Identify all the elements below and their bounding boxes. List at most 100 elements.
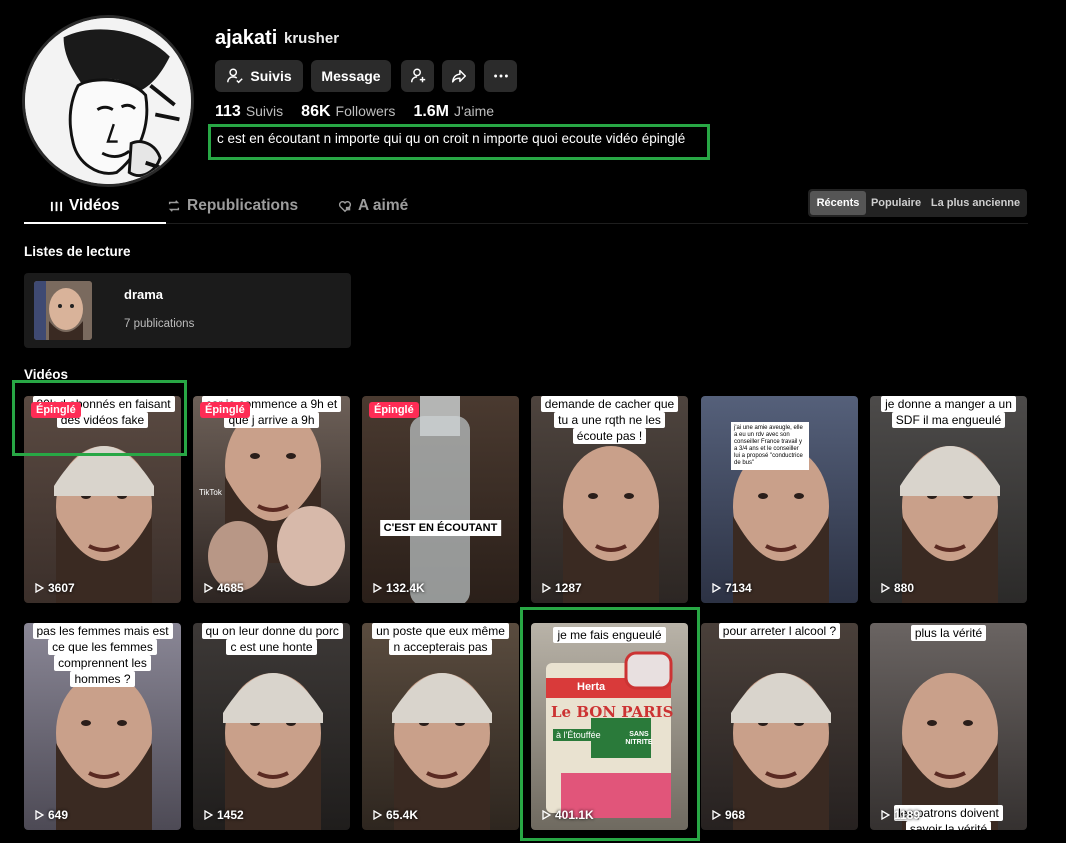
profile-bio: c est en écoutant n importe qui qu on cr… bbox=[217, 131, 686, 146]
view-count: 649 bbox=[34, 808, 68, 822]
tab-liked[interactable]: A aimé bbox=[338, 197, 408, 215]
video-caption: demande de cacher que tu a une rqth ne l… bbox=[540, 396, 680, 444]
profile-stats: 113 Suivis 86K Followers 1.6M J'aime bbox=[215, 103, 494, 121]
play-icon bbox=[373, 810, 382, 820]
avatar-illustration bbox=[25, 18, 191, 184]
video-card[interactable]: qu on leur donne du porc c est une honte… bbox=[193, 623, 350, 830]
video-card[interactable]: car je commence a 9h et que j arrive a 9… bbox=[193, 396, 350, 603]
profile-avatar[interactable] bbox=[22, 15, 194, 187]
playlist-thumbnail bbox=[34, 281, 92, 340]
view-count-value: 1452 bbox=[217, 808, 244, 822]
likes-label: J'aime bbox=[454, 103, 495, 119]
view-count: 132.4K bbox=[372, 581, 425, 595]
repost-icon bbox=[168, 200, 180, 212]
message-button[interactable]: Message bbox=[311, 60, 391, 92]
video-card[interactable]: je donne a manger a un SDF il ma engueul… bbox=[870, 396, 1027, 603]
view-count-value: 65.4K bbox=[386, 808, 419, 822]
playlist-card[interactable]: drama 7 publications bbox=[24, 273, 351, 348]
following-count: 113 bbox=[215, 103, 241, 120]
following-button-label: Suivis bbox=[250, 68, 292, 84]
play-icon bbox=[881, 583, 890, 593]
followers-count: 86K bbox=[301, 103, 331, 120]
likes-stat: 1.6M J'aime bbox=[413, 103, 494, 121]
caption-text: un poste que eux même n accepterais pas bbox=[372, 623, 509, 655]
view-count-value: 968 bbox=[725, 808, 746, 822]
view-count-value: 880 bbox=[894, 581, 915, 595]
video-caption: plus la vérité bbox=[879, 625, 1019, 641]
view-count-value: 7134 bbox=[725, 581, 752, 595]
likes-count: 1.6M bbox=[413, 103, 450, 120]
view-count: 1189 bbox=[880, 808, 920, 822]
video-card[interactable]: pour arreter l alcool ? 968 bbox=[701, 623, 858, 830]
video-card[interactable]: pas les femmes mais est ce que les femme… bbox=[24, 623, 181, 830]
video-thumbnail bbox=[870, 623, 1027, 830]
profile-nickname: krusher bbox=[284, 30, 340, 47]
video-thumbnail bbox=[701, 623, 858, 830]
play-icon bbox=[35, 810, 44, 820]
view-count: 1287 bbox=[541, 581, 582, 595]
caption-text: je donne a manger a un SDF il ma engueul… bbox=[881, 396, 1016, 428]
tab-reposts[interactable]: Republications bbox=[167, 197, 298, 215]
play-icon bbox=[712, 810, 721, 820]
pinned-badge: Épinglé bbox=[369, 402, 419, 418]
sort-recent[interactable]: Récents bbox=[810, 191, 866, 215]
sort-toggle: Récents Populaire La plus ancienne bbox=[808, 189, 1027, 217]
tab-videos[interactable]: Vidéos bbox=[50, 197, 120, 215]
share-arrow-icon bbox=[451, 69, 466, 83]
comment-reply-bubble: j'ai une amie aveugle, elle a eu un rdv … bbox=[731, 422, 809, 470]
video-thumbnail bbox=[362, 396, 519, 603]
video-caption: pas les femmes mais est ce que les femme… bbox=[32, 623, 173, 687]
sort-oldest[interactable]: La plus ancienne bbox=[926, 191, 1025, 215]
grid-bars-icon bbox=[50, 201, 63, 211]
view-count: 3607 bbox=[34, 581, 75, 595]
profile-username: ajakati bbox=[215, 27, 278, 49]
tab-reposts-label: Republications bbox=[187, 197, 299, 214]
add-friend-button[interactable] bbox=[401, 60, 434, 92]
share-button[interactable] bbox=[442, 60, 475, 92]
video-card[interactable]: plus la vérité les patrons doivent savoi… bbox=[870, 623, 1027, 830]
view-count: 968 bbox=[711, 808, 745, 822]
following-label: Suivis bbox=[245, 103, 284, 119]
video-caption: qu on leur donne du porc c est une honte bbox=[201, 623, 343, 655]
caption-text: qu on leur donne du porc c est une honte bbox=[201, 623, 343, 655]
video-card[interactable]: C'EST EN ÉCOUTANT Épinglé 132.4K bbox=[362, 396, 519, 603]
view-count-value: 132.4K bbox=[386, 581, 425, 595]
playlist-count: 7 publications bbox=[124, 318, 195, 330]
sort-popular[interactable]: Populaire bbox=[868, 191, 924, 215]
video-card[interactable]: demande de cacher que tu a une rqth ne l… bbox=[531, 396, 688, 603]
followers-stat[interactable]: 86K Followers bbox=[301, 103, 395, 121]
playlists-heading: Listes de lecture bbox=[24, 244, 131, 259]
view-count: 4685 bbox=[203, 581, 244, 595]
tabs-divider bbox=[24, 223, 1028, 224]
video-caption: C'EST EN ÉCOUTANT bbox=[379, 520, 502, 536]
playlist-name: drama bbox=[124, 287, 164, 302]
more-options-button[interactable] bbox=[484, 60, 517, 92]
play-icon bbox=[204, 810, 213, 820]
highlight-box-pinned bbox=[12, 380, 187, 456]
user-check-icon bbox=[227, 68, 244, 84]
following-stat[interactable]: 113 Suivis bbox=[215, 103, 283, 121]
message-button-label: Message bbox=[321, 68, 381, 84]
following-button[interactable]: Suivis bbox=[215, 60, 303, 92]
view-count-value: 4685 bbox=[217, 581, 244, 595]
view-count-value: 649 bbox=[48, 808, 69, 822]
tiktok-watermark: TikTok bbox=[199, 488, 222, 497]
play-icon bbox=[204, 583, 213, 593]
play-icon bbox=[712, 583, 721, 593]
play-icon bbox=[35, 583, 44, 593]
video-caption: un poste que eux même n accepterais pas bbox=[371, 623, 511, 655]
view-count-value: 1287 bbox=[555, 581, 582, 595]
caption-text: pour arreter l alcool ? bbox=[718, 623, 841, 639]
caption-text: pas les femmes mais est ce que les femme… bbox=[32, 623, 173, 687]
active-tab-indicator bbox=[24, 222, 166, 224]
caption-text: demande de cacher que tu a une rqth ne l… bbox=[540, 396, 679, 444]
video-card[interactable]: j'ai une amie aveugle, elle a eu un rdv … bbox=[701, 396, 858, 603]
tab-liked-label: A aimé bbox=[358, 197, 409, 214]
view-count-value: 3607 bbox=[48, 581, 75, 595]
view-count: 880 bbox=[880, 581, 914, 595]
more-dots-icon bbox=[493, 74, 508, 78]
view-count: 65.4K bbox=[372, 808, 418, 822]
video-caption: pour arreter l alcool ? bbox=[710, 623, 850, 639]
view-count-value: 1189 bbox=[894, 808, 921, 822]
video-card[interactable]: un poste que eux même n accepterais pas … bbox=[362, 623, 519, 830]
